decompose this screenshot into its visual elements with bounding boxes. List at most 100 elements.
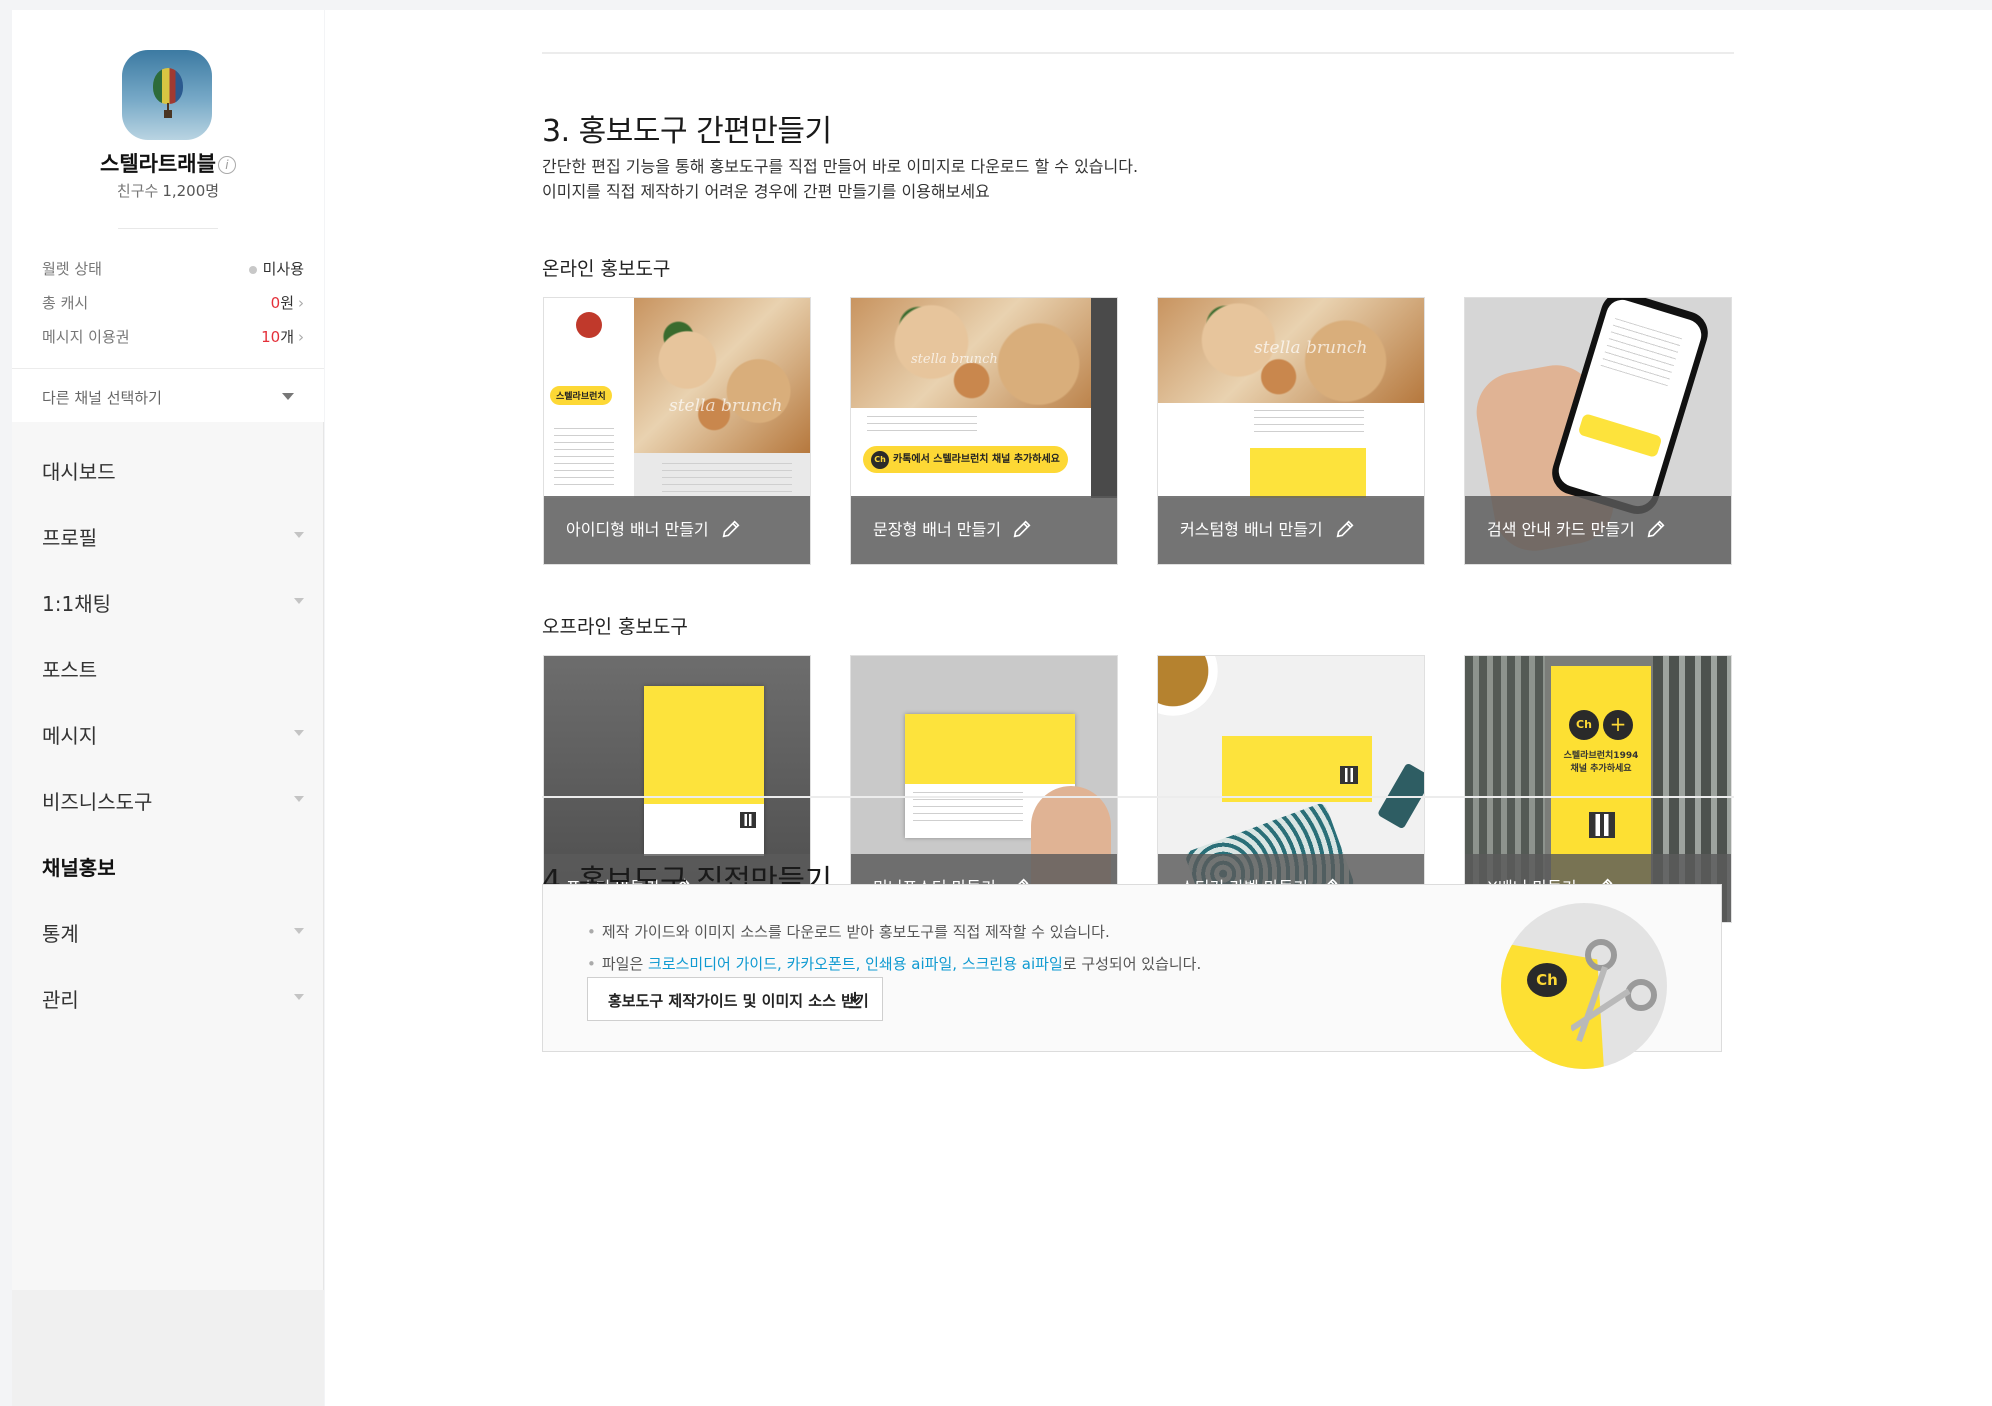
file-contents-suffix: 로 구성되어 있습니다.: [1062, 955, 1202, 973]
caret-down-icon: [294, 796, 304, 802]
channel-id-pill: 스텔라브런치: [550, 386, 612, 405]
caret-down-icon: [294, 598, 304, 604]
caret-down-icon: [282, 393, 294, 400]
message-voucher-value[interactable]: 10개 ›: [261, 326, 304, 347]
ch-speech-bubble-icon: Ch: [1527, 963, 1567, 997]
nav-message[interactable]: 메시지: [42, 714, 304, 754]
nav-label: 통계: [42, 922, 79, 946]
phone-mockup: [1546, 298, 1714, 520]
pencil-icon: [1013, 520, 1031, 538]
info-icon[interactable]: i: [217, 156, 236, 174]
download-button-label: 홍보도구 제작가이드 및 이미지 소스 받기: [608, 992, 869, 1010]
caret-down-icon: [294, 532, 304, 538]
channel-sentence-pill: Ch 카톡에서 스텔라브런치 채널 추가하세요: [863, 446, 1068, 473]
bullet-guide-download: 제작 가이드와 이미지 소스를 다운로드 받아 홍보도구를 직접 제작할 수 있…: [587, 921, 1110, 942]
divider: [118, 228, 218, 229]
total-cash-amount: 0: [270, 294, 281, 312]
friend-count: 친구수 1,200명: [12, 180, 324, 201]
x-banner-text: 스텔라브런치1994 채널 추가하세요: [1551, 750, 1651, 776]
card-mini-poster[interactable]: 미니포스터 만들기: [850, 655, 1118, 923]
nav-chat[interactable]: 1:1채팅: [42, 582, 304, 622]
bullet-file-contents: 파일은 크로스미디어 가이드, 카카오폰트, 인쇄용 ai파일, 스크린용 ai…: [587, 953, 1201, 974]
brand-watermark: stella brunch: [911, 352, 998, 367]
plus-icon: +: [1603, 710, 1633, 740]
friend-count-label: 친구수: [116, 182, 159, 200]
card-id-banner[interactable]: stella brunch 스텔라브런치 아이디형 배너 만들기: [543, 297, 811, 565]
message-voucher-label: 메시지 이용권: [42, 328, 130, 346]
nav-business-tools[interactable]: 비즈니스도구: [42, 780, 304, 820]
nav-management[interactable]: 관리: [42, 978, 304, 1018]
sticker-yellow-label: [1222, 736, 1372, 802]
pill-text: 카톡에서 스텔라브런치 채널 추가하세요: [893, 454, 1060, 465]
caret-down-icon: [294, 994, 304, 1000]
scissors-illustration: Ch: [1501, 903, 1667, 1069]
profile-thumb-icon: [576, 312, 602, 338]
text-lines: [554, 428, 614, 488]
message-voucher-unit: 개: [280, 328, 294, 346]
nav-label: 1:1채팅: [42, 592, 111, 616]
status-dot-icon: [248, 265, 257, 274]
card-sticker-label[interactable]: 스티커 라벨 만들기: [1157, 655, 1425, 923]
card-search-guide[interactable]: 검색 안내 카드 만들기: [1464, 297, 1732, 565]
section-divider: [542, 52, 1734, 54]
description-line-1: 간단한 편집 기능을 통해 홍보도구를 직접 만들어 바로 이미지로 다운로드 …: [542, 157, 1139, 176]
link-crossmedia-guide[interactable]: 크로스미디어 가이드: [648, 955, 777, 973]
card-x-banner[interactable]: Ch + 스텔라브런치1994채널 추가하세요 X배너 만들기: [1464, 655, 1732, 923]
pencil-icon: [1336, 520, 1354, 538]
pill-text: 스텔라브런치: [556, 392, 606, 402]
brand-watermark: stella brunch: [1254, 338, 1368, 358]
nav-statistics[interactable]: 통계: [42, 912, 304, 952]
link-separator: ,: [952, 955, 962, 973]
section-title-quick-create: 3. 홍보도구 간편만들기: [542, 114, 832, 149]
card-label: 문장형 배너 만들기: [873, 520, 1001, 539]
offline-tools-title: 오프라인 홍보도구: [542, 616, 688, 638]
text-lines: [1600, 317, 1683, 387]
section-divider: [542, 796, 1734, 798]
nav-profile[interactable]: 프로필: [42, 516, 304, 556]
online-tools-title: 온라인 홍보도구: [542, 258, 671, 280]
nav-post[interactable]: 포스트: [42, 648, 304, 688]
link-separator: ,: [855, 955, 866, 973]
card-sentence-banner[interactable]: stella brunch Ch 카톡에서 스텔라브런치 채널 추가하세요 문장형…: [850, 297, 1118, 565]
nav-dashboard[interactable]: 대시보드: [42, 450, 304, 490]
file-contents-prefix: 파일은: [601, 955, 649, 973]
card-custom-banner[interactable]: stella brunch 커스텀형 배너 만들기: [1157, 297, 1425, 565]
wallet-status-text: 미사용: [262, 260, 304, 278]
link-kakao-font[interactable]: 카카오폰트: [787, 955, 856, 973]
direct-create-box: 제작 가이드와 이미지 소스를 다운로드 받아 홍보도구를 직접 제작할 수 있…: [542, 884, 1722, 1069]
section-description: 간단한 편집 기능을 통해 홍보도구를 직접 만들어 바로 이미지로 다운로드 …: [542, 154, 1138, 204]
message-voucher-row[interactable]: 메시지 이용권 10개 ›: [42, 326, 304, 354]
profile-card: 스텔라트래블 i 친구수 1,200명 월렛 상태 미사용 총 캐시 0원 › 메시지…: [12, 10, 324, 422]
total-cash-row[interactable]: 총 캐시 0원 ›: [42, 292, 304, 320]
pencil-icon: [1647, 520, 1665, 538]
sidebar: 스텔라트래블 i 친구수 1,200명 월렛 상태 미사용 총 캐시 0원 › 메시지…: [12, 10, 324, 1406]
x-banner-line-2: 채널 추가하세요: [1570, 764, 1632, 774]
nav-label: 대시보드: [42, 460, 116, 484]
nav-label: 비즈니스도구: [42, 790, 153, 814]
download-guide-button[interactable]: 홍보도구 제작가이드 및 이미지 소스 받기: [587, 977, 883, 1021]
nav-channel-promotion[interactable]: 채널홍보: [42, 846, 304, 886]
avatar[interactable]: [122, 50, 212, 140]
pencil-icon: [722, 520, 740, 538]
link-separator: ,: [777, 955, 787, 973]
total-cash-value[interactable]: 0원 ›: [271, 292, 304, 313]
qr-code-icon: [1340, 766, 1358, 784]
chevron-right-icon: ›: [298, 328, 304, 346]
channel-select-dropdown[interactable]: 다른 채널 선택하기: [12, 368, 324, 422]
wallet-status-value: 미사용: [248, 258, 304, 279]
text-lines: [662, 463, 792, 493]
link-screen-ai-file[interactable]: 스크린용 ai파일: [962, 955, 1063, 973]
friend-count-value: 1,200명: [162, 182, 220, 200]
caret-down-icon: [294, 928, 304, 934]
download-icon: [848, 991, 862, 1009]
phone-screen: [1554, 298, 1706, 511]
channel-name: 스텔라트래블 i: [12, 148, 324, 178]
card-label: 커스텀형 배너 만들기: [1180, 520, 1323, 539]
scissors-icon: [1571, 939, 1657, 1042]
ch-badge-icon: Ch: [1569, 710, 1599, 740]
balloon-basket: [164, 110, 172, 118]
sidebar-footer: [12, 1290, 324, 1406]
main-content: 3. 홍보도구 간편만들기 간단한 편집 기능을 통해 홍보도구를 직접 만들어…: [325, 10, 1992, 1406]
message-voucher-count: 10: [261, 328, 281, 346]
link-print-ai-file[interactable]: 인쇄용 ai파일: [865, 955, 952, 973]
